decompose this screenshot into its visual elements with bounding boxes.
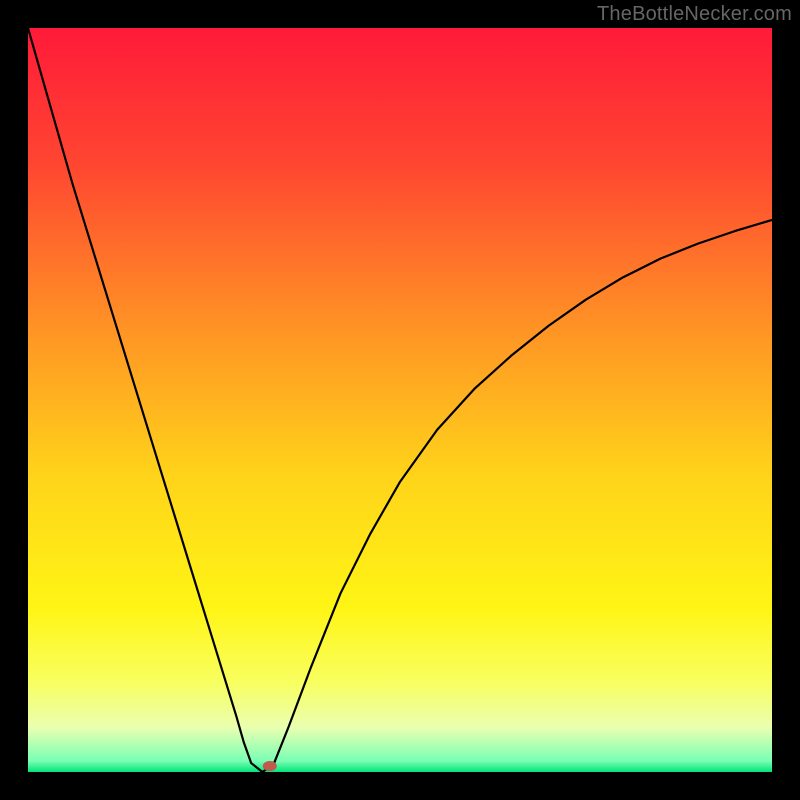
optimal-point-marker	[263, 761, 277, 771]
chart-svg	[28, 28, 772, 772]
chart-plot-area	[28, 28, 772, 772]
watermark-text: TheBottleNecker.com	[597, 3, 792, 26]
chart-frame: TheBottleNecker.com	[0, 0, 800, 800]
